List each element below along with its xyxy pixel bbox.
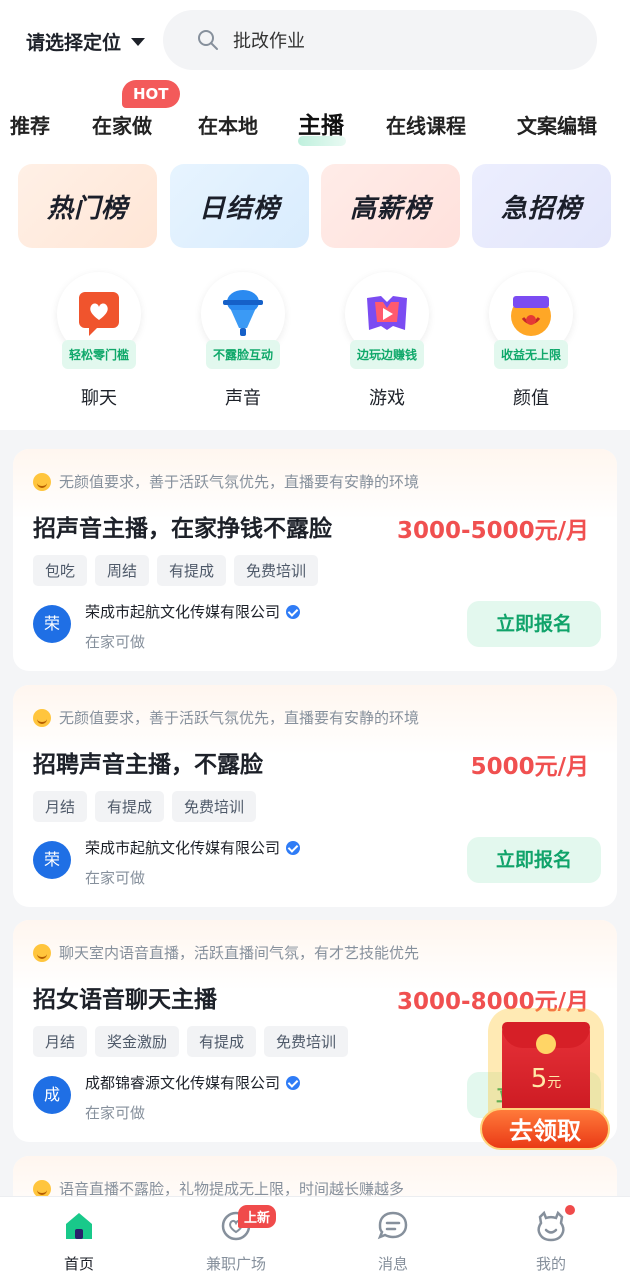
category-game[interactable]: 边玩边赚钱 游戏	[332, 272, 442, 410]
header: 请选择定位 批改作业	[0, 0, 630, 82]
caret-down-icon	[131, 37, 146, 46]
job-salary: 5000元/月	[470, 754, 589, 780]
category-looks[interactable]: 收益无上限 颜值	[476, 272, 586, 410]
tab-local[interactable]: 在本地	[198, 110, 258, 139]
red-packet-amount: 5元	[530, 1064, 562, 1094]
bottom-nav: 首页 上新 兼职广场 消息 我的	[0, 1196, 630, 1280]
job-tag: 免费培训	[172, 791, 257, 822]
ranking-daily[interactable]: 日结榜	[170, 164, 309, 248]
smile-icon	[33, 1179, 51, 1198]
category-label: 聊天	[81, 388, 117, 409]
message-icon	[377, 1211, 408, 1240]
category-label: 颜值	[513, 388, 549, 409]
category-label: 游戏	[369, 388, 405, 409]
search-bar[interactable]: 批改作业	[163, 10, 597, 70]
job-hint: 无颜值要求，善于活跃气氛优先，直播要有安静的环境	[33, 707, 419, 728]
verified-icon	[286, 840, 301, 855]
tab-anchor[interactable]: 主播	[298, 106, 344, 140]
smile-icon	[33, 472, 51, 491]
job-tag: 月结	[33, 791, 88, 822]
job-title: 招女语音聊天主播	[33, 987, 217, 1013]
apply-button[interactable]: 立即报名	[467, 601, 601, 647]
job-salary: 3000-8000元/月	[397, 989, 589, 1015]
job-tags: 月结 奖金激励 有提成 免费培训	[33, 1026, 349, 1057]
job-tags: 包吃 周结 有提成 免费培训	[33, 555, 319, 586]
location-selector[interactable]: 请选择定位	[26, 28, 146, 55]
tab-online-course[interactable]: 在线课程	[386, 110, 466, 139]
job-tag: 免费培训	[264, 1026, 349, 1057]
tab-at-home[interactable]: 在家做	[92, 110, 152, 139]
job-location: 在家可做	[85, 869, 146, 887]
job-tag: 免费培训	[234, 555, 319, 586]
nav-home[interactable]: 首页	[29, 1209, 129, 1274]
tab-recommend[interactable]: 推荐	[10, 110, 50, 139]
active-tab-indicator	[298, 136, 346, 146]
category-badge: 收益无上限	[493, 340, 569, 369]
profile-icon	[537, 1210, 565, 1242]
top-panel: 请选择定位 批改作业 推荐 在家做 在本地 主播 在线课程 文案编辑 HOT 热…	[0, 0, 630, 430]
nav-messages[interactable]: 消息	[343, 1209, 443, 1274]
location-label: 请选择定位	[26, 32, 122, 54]
ranking-high-pay[interactable]: 高薪榜	[321, 164, 460, 248]
home-icon	[66, 1213, 92, 1239]
company-avatar: 荣	[33, 841, 71, 879]
company-avatar: 荣	[33, 605, 71, 643]
job-title: 招聘声音主播，不露脸	[33, 752, 263, 778]
job-tag: 奖金激励	[95, 1026, 180, 1057]
ranking-hot[interactable]: 热门榜	[18, 164, 157, 248]
search-icon	[198, 30, 218, 50]
job-location: 在家可做	[85, 633, 146, 651]
category-voice[interactable]: 不露脸互动 声音	[188, 272, 298, 410]
job-tag: 周结	[95, 555, 150, 586]
job-card[interactable]: 无颜值要求，善于活跃气氛优先，直播要有安静的环境 招声音主播，在家挣钱不露脸 3…	[13, 449, 617, 671]
verified-icon	[286, 1075, 301, 1090]
nav-profile[interactable]: 我的	[501, 1205, 601, 1274]
job-hint: 无颜值要求，善于活跃气氛优先，直播要有安静的环境	[33, 471, 419, 492]
new-badge: 上新	[238, 1205, 277, 1228]
category-badge: 不露脸互动	[205, 340, 281, 369]
smile-icon	[33, 943, 51, 962]
tab-copywriting[interactable]: 文案编辑	[517, 110, 597, 139]
job-tags: 月结 有提成 免费培训	[33, 791, 257, 822]
claim-button[interactable]: 去领取	[480, 1108, 610, 1150]
job-salary: 3000-5000元/月	[397, 518, 589, 544]
category-chat[interactable]: 轻松零门槛 聊天	[44, 272, 154, 410]
job-location: 在家可做	[85, 1104, 146, 1122]
nav-part-time-square[interactable]: 上新 兼职广场	[186, 1205, 286, 1274]
company-avatar: 成	[33, 1076, 71, 1114]
job-tag: 有提成	[95, 791, 165, 822]
job-tag: 月结	[33, 1026, 88, 1057]
company-name: 荣成市起航文化传媒有限公司	[85, 837, 301, 858]
company-name: 成都锦睿源文化传媒有限公司	[85, 1072, 301, 1093]
job-hint: 聊天室内语音直播，活跃直播间气氛，有才艺技能优先	[33, 942, 419, 963]
category-label: 声音	[225, 388, 261, 409]
smile-icon	[33, 708, 51, 727]
job-card[interactable]: 无颜值要求，善于活跃气氛优先，直播要有安静的环境 招聘声音主播，不露脸 5000…	[13, 685, 617, 907]
job-tag: 有提成	[157, 555, 227, 586]
category-badge: 轻松零门槛	[61, 340, 137, 369]
job-tag: 有提成	[187, 1026, 257, 1057]
company-name: 荣成市起航文化传媒有限公司	[85, 601, 301, 622]
category-badge: 边玩边赚钱	[349, 340, 425, 369]
ranking-urgent[interactable]: 急招榜	[472, 164, 611, 248]
search-query: 批改作业	[233, 31, 305, 52]
apply-button[interactable]: 立即报名	[467, 837, 601, 883]
hot-badge: HOT	[122, 80, 180, 108]
red-packet-widget[interactable]: 5元 去领取	[478, 1022, 612, 1152]
verified-icon	[286, 604, 301, 619]
job-tag: 包吃	[33, 555, 88, 586]
job-title: 招声音主播，在家挣钱不露脸	[33, 516, 332, 542]
notification-dot	[565, 1205, 575, 1215]
